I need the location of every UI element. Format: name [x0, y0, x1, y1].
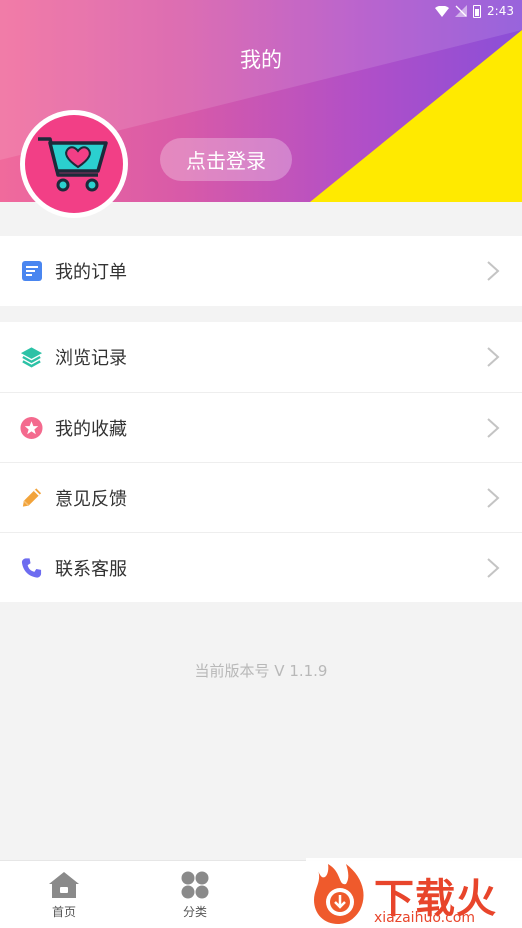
tab-category[interactable]: 分类 [155, 871, 235, 920]
menu-item-orders[interactable]: 我的订单 [0, 236, 522, 306]
menu-item-favorites[interactable]: 我的收藏 [0, 392, 522, 462]
tab-label: 分类 [182, 905, 207, 919]
chevron-right-icon [487, 418, 500, 438]
watermark-sub: xiazaihuo.com [374, 910, 475, 926]
menu-item-contact[interactable]: 联系客服 [0, 532, 522, 602]
menu-group-main: 浏览记录 我的收藏 意见反馈 联系客服 [0, 322, 522, 602]
cart-heart-icon [38, 137, 108, 192]
menu-item-feedback[interactable]: 意见反馈 [0, 462, 522, 532]
chevron-right-icon [487, 558, 500, 578]
menu-item-label: 我的收藏 [55, 418, 127, 440]
signal-icon [455, 5, 468, 17]
menu-item-label: 浏览记录 [55, 348, 127, 369]
tab-home[interactable]: 首页 [24, 871, 104, 920]
star-circle-icon [20, 416, 43, 439]
avatar[interactable] [20, 110, 128, 218]
watermark: 下载火 xiazaihuo.com [306, 858, 522, 928]
battery-icon [473, 4, 482, 18]
menu-item-label: 意见反馈 [55, 488, 127, 510]
order-doc-icon [20, 260, 43, 283]
chevron-right-icon [487, 261, 500, 281]
version-text: 当前版本号 V 1.1.9 [194, 662, 328, 680]
home-icon [49, 872, 79, 898]
layers-icon [20, 346, 43, 369]
login-button[interactable]: 点击登录 [160, 138, 292, 181]
menu-item-history[interactable]: 浏览记录 [0, 322, 522, 392]
status-time: 2:43 [487, 4, 514, 18]
pencil-icon [20, 486, 43, 509]
chevron-right-icon [487, 488, 500, 508]
menu-item-label: 我的订单 [55, 262, 127, 283]
category-icon [181, 871, 209, 899]
menu-group-orders: 我的订单 [0, 236, 522, 306]
phone-icon [20, 556, 43, 579]
chevron-right-icon [487, 347, 500, 367]
wifi-icon [435, 5, 450, 17]
status-bar: 2:43 [435, 0, 514, 22]
tab-label: 首页 [51, 905, 76, 919]
page-title: 我的 [240, 48, 282, 72]
flame-logo-icon [314, 864, 364, 924]
menu-item-label: 联系客服 [55, 558, 127, 580]
